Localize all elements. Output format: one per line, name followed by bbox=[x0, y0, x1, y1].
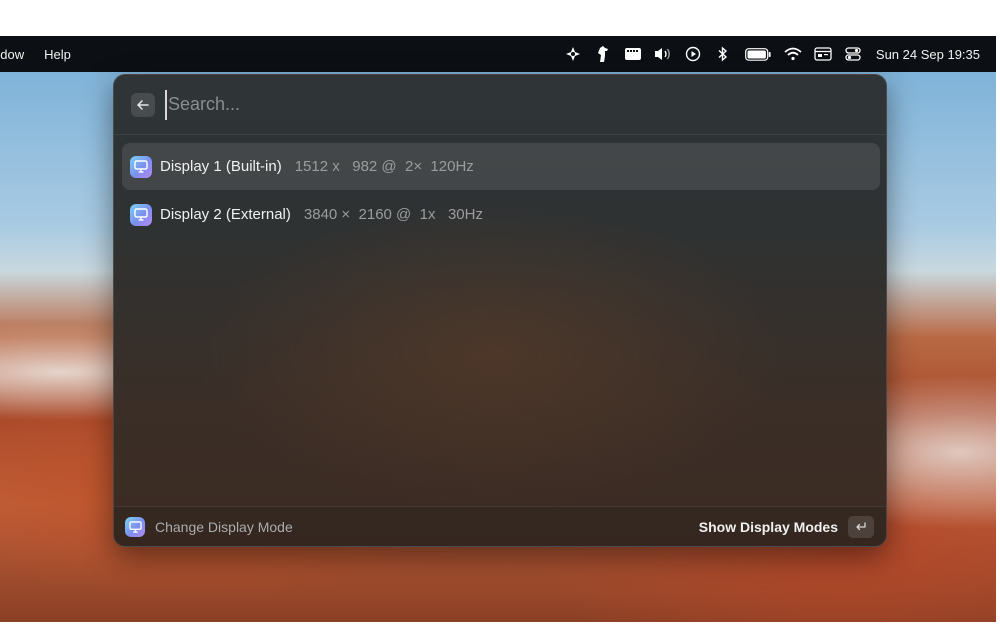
display-monitor-icon bbox=[130, 155, 152, 178]
result-title: Display 2 (External) bbox=[160, 206, 291, 223]
display-monitor-icon bbox=[125, 516, 145, 537]
result-subtitle: 3840 × 2160 @ 1x 30Hz bbox=[303, 206, 483, 223]
play-circle-icon[interactable] bbox=[678, 36, 708, 72]
result-row-display-2[interactable]: Display 2 (External) 3840 × 2160 @ 1x 30… bbox=[122, 191, 880, 238]
control-center-icon[interactable] bbox=[838, 36, 868, 72]
display-monitor-icon bbox=[130, 203, 152, 226]
top-white-area bbox=[0, 0, 1000, 36]
arrow-left-icon bbox=[137, 99, 149, 110]
wind-fan-icon[interactable] bbox=[558, 36, 588, 72]
show-display-modes-button[interactable]: Show Display Modes bbox=[699, 519, 838, 535]
search-input[interactable] bbox=[165, 89, 765, 120]
menu-bar: ndow Help Sun 24 bbox=[0, 36, 996, 72]
results-list: Display 1 (Built-in) 1512 x 982 @ 2× 120… bbox=[122, 143, 880, 239]
search-bar bbox=[114, 75, 886, 135]
horse-icon[interactable] bbox=[588, 36, 618, 72]
footer-command-title: Change Display Mode bbox=[155, 518, 293, 535]
menu-window[interactable]: ndow bbox=[0, 47, 24, 62]
keyboard-card-icon[interactable] bbox=[618, 36, 648, 72]
action-footer: Change Display Mode Show Display Modes bbox=[114, 506, 886, 546]
menu-bar-right: Sun 24 Sep 19:35 bbox=[558, 36, 996, 72]
right-edge bbox=[996, 36, 1000, 625]
menu-window-icon[interactable] bbox=[808, 36, 838, 72]
menu-bar-left: ndow Help bbox=[0, 47, 71, 62]
result-title: Display 1 (Built-in) bbox=[160, 158, 282, 175]
battery-icon bbox=[738, 36, 778, 72]
volume-icon[interactable] bbox=[648, 36, 678, 72]
menu-help[interactable]: Help bbox=[44, 47, 71, 62]
back-button[interactable] bbox=[131, 92, 155, 117]
bluetooth-icon[interactable] bbox=[708, 36, 738, 72]
launcher-panel: Display 1 (Built-in) 1512 x 982 @ 2× 120… bbox=[113, 74, 887, 547]
result-subtitle: 1512 x 982 @ 2× 120Hz bbox=[294, 158, 474, 175]
menu-bar-clock[interactable]: Sun 24 Sep 19:35 bbox=[876, 47, 980, 62]
result-row-display-1[interactable]: Display 1 (Built-in) 1512 x 982 @ 2× 120… bbox=[122, 143, 880, 190]
return-key-icon[interactable] bbox=[848, 515, 874, 538]
wifi-icon[interactable] bbox=[778, 36, 808, 72]
